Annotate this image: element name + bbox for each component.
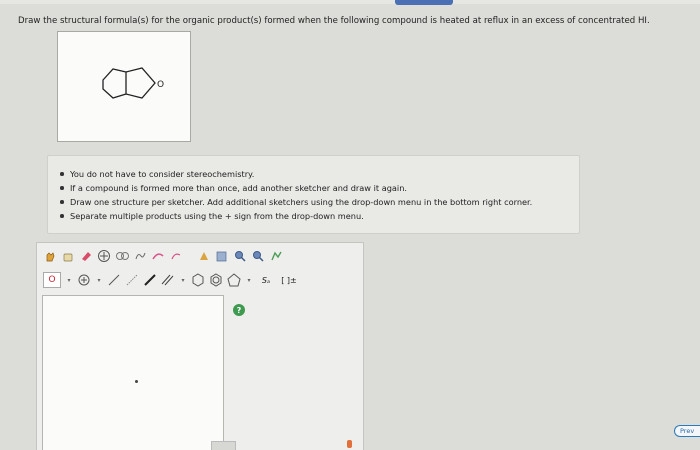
zoom-in-icon[interactable] bbox=[233, 249, 247, 263]
help-button[interactable]: ? bbox=[233, 304, 245, 316]
text-icon[interactable]: Sₐ bbox=[257, 273, 275, 287]
import-icon[interactable] bbox=[215, 249, 229, 263]
chevron-down-icon[interactable]: ▾ bbox=[245, 273, 253, 287]
instruction-item: If a compound is formed more than once, … bbox=[58, 181, 579, 195]
chevron-down-icon[interactable]: ▾ bbox=[179, 273, 187, 287]
prev-label: Prev bbox=[680, 427, 695, 435]
add-ring-icon[interactable] bbox=[97, 249, 111, 263]
instruction-item: You do not have to consider stereochemis… bbox=[58, 167, 579, 181]
settings-icon[interactable] bbox=[269, 249, 283, 263]
benzene-icon[interactable] bbox=[191, 273, 205, 287]
eraser-icon[interactable] bbox=[79, 249, 93, 263]
instructions-panel: You do not have to consider stereochemis… bbox=[47, 155, 580, 234]
redo-icon[interactable] bbox=[169, 249, 183, 263]
cyclohexane-icon[interactable] bbox=[209, 273, 223, 287]
hash-bond-icon[interactable] bbox=[161, 273, 175, 287]
sketcher-toolbar-bottom: O ▾ ▾ ▾ ▾ Sₐ [ ]± bbox=[37, 270, 363, 290]
question-text: Draw the structural formula(s) for the o… bbox=[18, 16, 650, 26]
chevron-down-icon[interactable]: ▾ bbox=[65, 273, 73, 287]
single-bond-icon[interactable] bbox=[107, 273, 121, 287]
top-strip bbox=[0, 0, 700, 4]
drawing-canvas[interactable] bbox=[42, 295, 224, 450]
wedge-bond-icon[interactable] bbox=[125, 273, 139, 287]
tetrahydrofuran-ring bbox=[125, 67, 156, 99]
references-tab[interactable] bbox=[395, 0, 453, 5]
template-icon[interactable] bbox=[115, 249, 129, 263]
sketcher-toolbar-top bbox=[37, 246, 363, 266]
bold-bond-icon[interactable] bbox=[143, 273, 157, 287]
atom-selector[interactable]: O bbox=[43, 272, 61, 288]
cyclohexane-ring bbox=[102, 68, 127, 99]
bag-icon[interactable] bbox=[61, 249, 75, 263]
plus-icon[interactable] bbox=[77, 273, 91, 287]
bicyclic-ether-structure: O bbox=[102, 67, 164, 99]
bracket-icon[interactable]: [ ]± bbox=[279, 273, 299, 287]
oxygen-atom-label: O bbox=[157, 80, 164, 90]
canvas-cursor bbox=[135, 380, 138, 383]
instruction-item: Separate multiple products using the + s… bbox=[58, 209, 579, 223]
chevron-down-icon[interactable]: ▾ bbox=[95, 273, 103, 287]
structure-display: O bbox=[57, 31, 191, 142]
sketcher-bottom-tab[interactable] bbox=[211, 441, 236, 450]
molecule-sketcher[interactable]: O ▾ ▾ ▾ ▾ Sₐ [ ]± ? bbox=[36, 242, 364, 450]
cyclopentane-icon[interactable] bbox=[227, 273, 241, 287]
arrow-icon[interactable] bbox=[151, 249, 165, 263]
charge-icon[interactable] bbox=[133, 249, 147, 263]
clean-icon[interactable] bbox=[197, 249, 211, 263]
instruction-item: Draw one structure per sketcher. Add add… bbox=[58, 195, 579, 209]
zoom-out-icon[interactable] bbox=[251, 249, 265, 263]
hand-icon[interactable] bbox=[43, 249, 57, 263]
scroll-marker bbox=[347, 440, 352, 448]
prev-button[interactable]: Prev bbox=[674, 425, 700, 437]
